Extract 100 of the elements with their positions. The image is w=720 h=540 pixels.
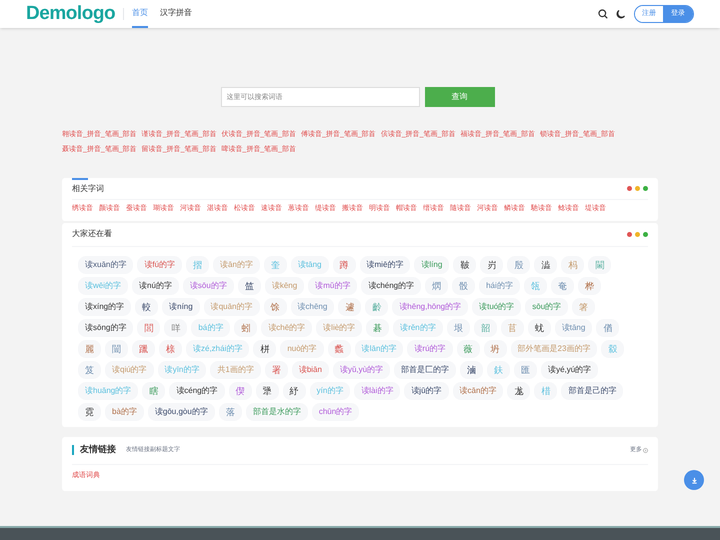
tag-link[interactable]: 读huāng的字: [78, 382, 138, 400]
tag-link[interactable]: 读tāng: [290, 256, 329, 274]
tag-link[interactable]: 闓: [105, 340, 128, 358]
tag-link[interactable]: 读chéng的字: [361, 276, 422, 294]
tag-link[interactable]: 读líng: [414, 256, 450, 274]
tag-link[interactable]: 苢: [500, 318, 524, 336]
tag-link[interactable]: 读rěn的字: [393, 318, 443, 336]
tag-link[interactable]: yín的字: [310, 382, 350, 400]
tag-link[interactable]: 部外笔画是23画的字: [510, 340, 598, 358]
tag-link[interactable]: 署: [264, 360, 288, 378]
tag-link[interactable]: 澁: [534, 256, 558, 274]
download-button[interactable]: [684, 470, 704, 490]
moon-icon[interactable]: [616, 9, 626, 19]
tag-link[interactable]: 部首是己的字: [561, 382, 624, 400]
tag-link[interactable]: sōu的字: [525, 298, 568, 316]
search-icon[interactable]: [598, 9, 608, 19]
tag-link[interactable]: 桦: [578, 276, 601, 294]
tag-link[interactable]: 读yīn的字: [158, 360, 206, 378]
tag-link[interactable]: 读lān的字: [354, 340, 404, 358]
tag-link[interactable]: 瞎: [142, 382, 166, 400]
tag-link[interactable]: 犟: [256, 382, 279, 400]
tag-link[interactable]: 碁: [366, 318, 390, 336]
tag-link[interactable]: 鈇: [487, 360, 510, 378]
tag-link[interactable]: 閫: [588, 256, 612, 274]
tag-link[interactable]: 部首是匚的字: [394, 360, 456, 378]
tag-link[interactable]: 读tāng: [554, 318, 592, 336]
tag-link[interactable]: chūn的字: [312, 402, 360, 420]
tag-link[interactable]: 读xuān的字: [78, 256, 134, 274]
tag-link[interactable]: nuò的字: [280, 340, 324, 358]
tag-link[interactable]: 笈: [78, 360, 101, 378]
tag-link[interactable]: 尨: [507, 382, 530, 400]
tag-link[interactable]: 部首是水的字: [246, 402, 308, 420]
tag-link[interactable]: 韶: [474, 318, 497, 336]
tag-link[interactable]: 偤: [596, 318, 620, 336]
tag-link[interactable]: 棤: [534, 382, 558, 400]
tag-link[interactable]: 咩: [164, 318, 188, 336]
tag-link[interactable]: 蚓: [234, 318, 258, 336]
tag-link[interactable]: 殷: [507, 256, 530, 274]
tag-link[interactable]: 閭: [137, 318, 160, 336]
tag-link[interactable]: 读mǔ的字: [308, 276, 358, 294]
tag-link[interactable]: 麗: [78, 340, 101, 358]
tag-link[interactable]: 读lài的字: [354, 382, 400, 400]
tag-link[interactable]: 读kēng: [264, 276, 304, 294]
tag-link[interactable]: 蚘: [528, 318, 551, 336]
tag-link[interactable]: 读hēng,hōng的字: [392, 298, 468, 316]
tag-link[interactable]: 读fú的字: [137, 256, 182, 274]
tag-link[interactable]: 读chē的字: [261, 318, 312, 336]
tag-link[interactable]: 读níng: [162, 298, 200, 316]
tag-link[interactable]: 读qiú的字: [105, 360, 154, 378]
nav-tab[interactable]: 首页: [132, 0, 148, 28]
tag-link[interactable]: 读cān的字: [452, 382, 504, 400]
tag-link[interactable]: 读nú的字: [132, 276, 179, 294]
tag-link[interactable]: 读yé,yú的字: [541, 360, 598, 378]
tag-link[interactable]: 霓: [78, 402, 101, 420]
tag-link[interactable]: 读yǔ,yù的字: [332, 360, 390, 378]
tag-link[interactable]: 读gōu,gòu的字: [148, 402, 215, 420]
tag-link[interactable]: 奄: [550, 276, 574, 294]
tag-link[interactable]: 垠: [446, 318, 470, 336]
tag-link[interactable]: 读tuó的字: [472, 298, 522, 316]
tag-link[interactable]: 共1画的字: [210, 360, 261, 378]
tag-link[interactable]: 薇: [456, 340, 480, 358]
tag-link[interactable]: 摺: [186, 256, 210, 274]
tag-link[interactable]: 读sōu的字: [182, 276, 234, 294]
tag-link[interactable]: 杩: [561, 256, 584, 274]
tag-link[interactable]: 读quān的字: [204, 298, 260, 316]
tag-link[interactable]: 栟: [253, 340, 276, 358]
tag-link[interactable]: 蹲: [332, 256, 356, 274]
tag-link[interactable]: 較: [135, 298, 158, 316]
tag-link[interactable]: 读zé,zhái的字: [186, 340, 250, 358]
tag-link[interactable]: 读chēng: [290, 298, 334, 316]
tag-link[interactable]: 縠: [601, 340, 624, 358]
tag-link[interactable]: bá的字: [191, 318, 230, 336]
tag-link[interactable]: 遽: [338, 298, 362, 316]
nav-tab[interactable]: 汉字拼音: [160, 0, 192, 28]
tag-link[interactable]: 落: [218, 402, 242, 420]
tag-link[interactable]: 骰: [452, 276, 476, 294]
tag-link[interactable]: 读rú的字: [407, 340, 453, 358]
tag-link[interactable]: 瓴: [524, 276, 547, 294]
tag-link[interactable]: 匯: [514, 360, 538, 378]
logo[interactable]: Demologo: [26, 0, 116, 28]
tag-link[interactable]: bà的字: [105, 402, 144, 420]
tag-link[interactable]: 蠡: [328, 340, 351, 358]
tag-link[interactable]: 读miē的字: [360, 256, 410, 274]
tag-link[interactable]: 读ān的字: [213, 256, 260, 274]
tag-link[interactable]: 读wēi的字: [78, 276, 128, 294]
tag-link[interactable]: 读jū的字: [404, 382, 449, 400]
tag-link[interactable]: 熌: [425, 276, 448, 294]
tag-link[interactable]: 齡: [365, 298, 388, 316]
tag-link[interactable]: 读liè的字: [316, 318, 362, 336]
tag-link[interactable]: 奎: [264, 256, 287, 274]
tag-link[interactable]: 箸: [572, 298, 596, 316]
tag-link[interactable]: 读sōng的字: [78, 318, 134, 336]
tag-link[interactable]: hái的字: [479, 276, 520, 294]
tag-link[interactable]: 馀: [264, 298, 286, 316]
tag-link[interactable]: 坍: [484, 340, 507, 358]
tag-link[interactable]: 岃: [480, 256, 504, 274]
tag-link[interactable]: 偰: [228, 382, 252, 400]
tag-link[interactable]: 笽: [238, 276, 261, 294]
tag-link[interactable]: 读xíng的字: [78, 298, 132, 316]
tag-link[interactable]: 榇: [159, 340, 182, 358]
